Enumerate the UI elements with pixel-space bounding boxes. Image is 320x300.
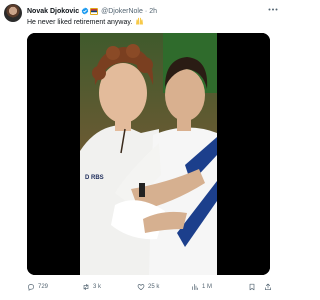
author-name[interactable]: Novak Djokovic (27, 8, 79, 15)
bookmark-icon (249, 283, 255, 291)
reply-count: 729 (38, 284, 49, 290)
retweet-button[interactable]: 3 k (82, 281, 101, 293)
share-icon (265, 283, 271, 290)
tweet-timestamp[interactable]: 2h (149, 8, 157, 15)
bookmark-button[interactable] (248, 281, 259, 293)
views-icon (192, 284, 198, 290)
tweet-photo[interactable]: D RBS (27, 33, 270, 275)
reply-icon (27, 284, 35, 291)
retweet-count: 3 k (93, 284, 102, 290)
serbia-flag-icon (90, 7, 99, 15)
like-count: 25 k (148, 284, 160, 290)
tweet-actions: 729 3 k 25 k 1 M (27, 281, 281, 293)
views-button[interactable]: 1 M (191, 281, 212, 293)
author-handle[interactable]: @DjokerNole (101, 8, 143, 15)
header-separator: · (144, 7, 148, 15)
author-avatar[interactable] (4, 4, 22, 22)
shirt-logo-text: D RBS (85, 175, 104, 181)
raised-hands-emoji-icon (136, 17, 144, 25)
like-button[interactable]: 25 k (137, 281, 159, 293)
tweet-text-content: He never liked retirement anyway. (27, 19, 133, 26)
heart-icon (137, 284, 145, 291)
reply-button[interactable]: 729 (27, 281, 48, 293)
share-button[interactable] (264, 281, 275, 293)
views-count: 1 M (202, 284, 213, 290)
tweet-text: He never liked retirement anyway. (27, 17, 144, 26)
more-options-icon[interactable] (266, 3, 280, 15)
photo-illustration: D RBS (27, 33, 270, 275)
verified-badge-icon (81, 7, 89, 15)
tweet-card[interactable]: Novak Djokovic @DjokerNole · 2h He never… (0, 0, 288, 300)
retweet-icon (83, 284, 89, 290)
tweet-header: Novak Djokovic @DjokerNole · 2h (27, 5, 157, 17)
